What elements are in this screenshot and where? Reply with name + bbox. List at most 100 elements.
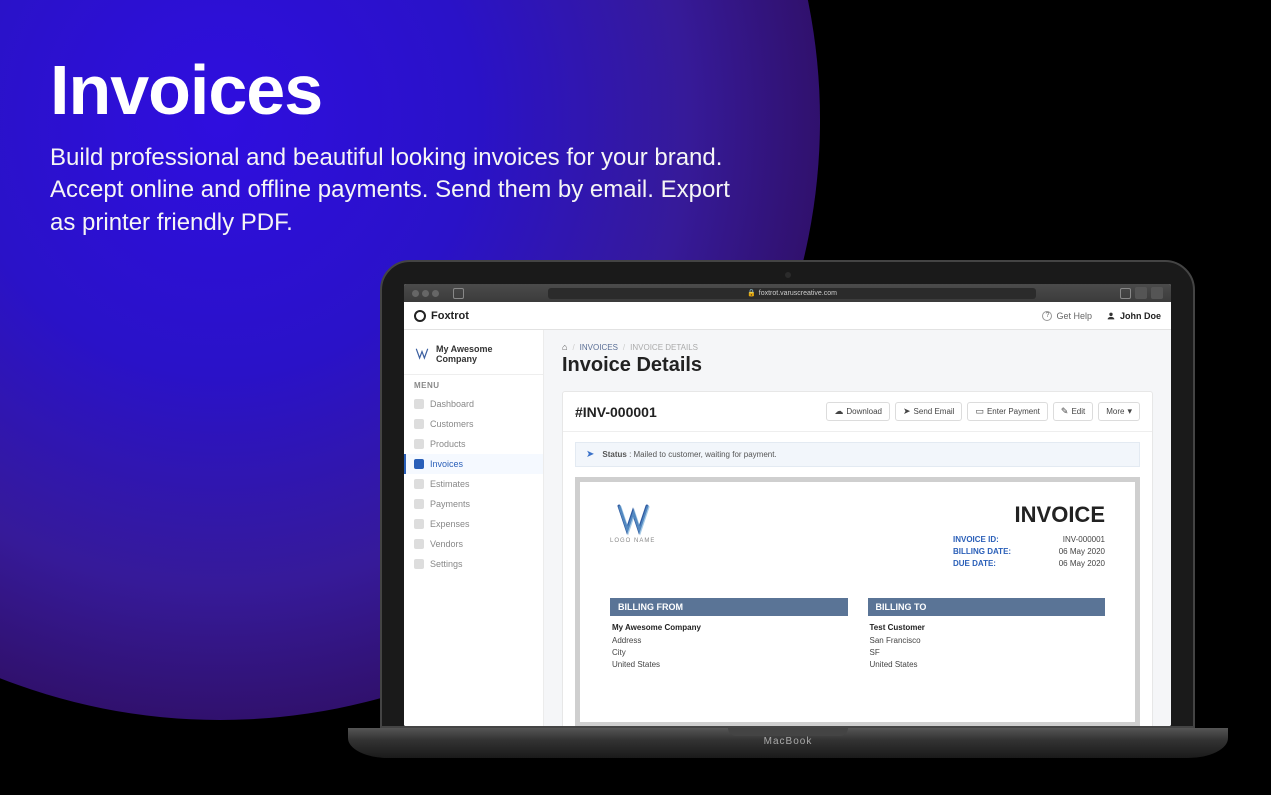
brand-name: Foxtrot	[431, 310, 469, 322]
traffic-lights	[412, 290, 439, 297]
laptop-mockup: 🔒 foxtrot.varuscreative.com Foxtrot ? G	[380, 260, 1195, 758]
sidebar-item-label: Invoices	[430, 459, 463, 469]
enter-payment-button[interactable]: ▭Enter Payment	[967, 402, 1047, 421]
send-icon: ➤	[903, 406, 911, 417]
products-icon	[414, 439, 424, 449]
invoice-id-label: INVOICE ID:	[953, 534, 1023, 546]
billing-to-line1: San Francisco	[870, 635, 1104, 647]
document-logo: LOGO NAME	[610, 502, 655, 544]
page-title: Invoice Details	[562, 354, 1153, 377]
billing-from-line2: City	[612, 647, 846, 659]
user-icon	[1106, 311, 1116, 321]
breadcrumb-invoices[interactable]: INVOICES	[580, 343, 618, 352]
home-icon[interactable]: ⌂	[562, 342, 567, 352]
edit-label: Edit	[1071, 407, 1085, 416]
sidebar-item-estimates[interactable]: Estimates	[404, 474, 543, 494]
marketing-title: Invoices	[50, 50, 750, 130]
sidebar-item-label: Expenses	[430, 519, 470, 529]
billing-from-heading: BILLING FROM	[610, 598, 848, 616]
sidebar-item-invoices[interactable]: Invoices	[404, 454, 543, 474]
sidebar-item-expenses[interactable]: Expenses	[404, 514, 543, 534]
invoice-panel: #INV-000001 ☁Download ➤Send Email ▭Enter…	[562, 391, 1153, 726]
brand-logo-icon	[414, 310, 426, 322]
billing-from-line1: Address	[612, 635, 846, 647]
sidebar-item-vendors[interactable]: Vendors	[404, 534, 543, 554]
invoice-document: LOGO NAME INVOICE INVOICE ID:INV-000001 …	[575, 477, 1140, 726]
vendors-icon	[414, 539, 424, 549]
sidebar-item-label: Customers	[430, 419, 474, 429]
sidebar-item-payments[interactable]: Payments	[404, 494, 543, 514]
sidebar-item-label: Dashboard	[430, 399, 474, 409]
user-menu[interactable]: John Doe	[1106, 311, 1161, 321]
status-label: Status	[602, 450, 626, 459]
lock-icon: 🔒	[747, 289, 756, 297]
tabs-icon[interactable]	[1151, 287, 1163, 299]
user-name: John Doe	[1120, 311, 1161, 321]
sidebar: My Awesome Company MENU Dashboard Custom…	[404, 330, 544, 726]
help-link[interactable]: ? Get Help	[1042, 311, 1092, 321]
sidebar-toggle-icon[interactable]	[453, 288, 464, 299]
help-icon: ?	[1042, 311, 1052, 321]
settings-icon	[414, 559, 424, 569]
sidebar-item-dashboard[interactable]: Dashboard	[404, 394, 543, 414]
url-text: foxtrot.varuscreative.com	[759, 290, 837, 297]
laptop-brand: MacBook	[764, 736, 813, 747]
document-title: INVOICE	[953, 502, 1105, 528]
payments-icon	[414, 499, 424, 509]
company-logo-icon	[414, 346, 430, 362]
url-bar[interactable]: 🔒 foxtrot.varuscreative.com	[548, 288, 1036, 299]
expenses-icon	[414, 519, 424, 529]
billing-date-label: BILLING DATE:	[953, 546, 1023, 558]
status-text: Mailed to customer, waiting for payment.	[634, 450, 777, 459]
app-header: Foxtrot ? Get Help John Doe	[404, 302, 1171, 330]
billing-from-line3: United States	[612, 659, 846, 671]
billing-to: BILLING TO Test Customer San Francisco S…	[868, 598, 1106, 677]
download-icon: ☁	[834, 406, 843, 417]
menu-label: MENU	[404, 374, 543, 394]
billing-to-line3: United States	[870, 659, 1104, 671]
sidebar-item-products[interactable]: Products	[404, 434, 543, 454]
brand[interactable]: Foxtrot	[414, 310, 469, 322]
help-label: Get Help	[1056, 311, 1092, 321]
send-label: Send Email	[914, 407, 955, 416]
customers-icon	[414, 419, 424, 429]
share-icon[interactable]	[1135, 287, 1147, 299]
sidebar-item-label: Payments	[430, 499, 470, 509]
billing-from-name: My Awesome Company	[612, 622, 846, 634]
billing-to-name: Test Customer	[870, 622, 1104, 634]
send-email-button[interactable]: ➤Send Email	[895, 402, 962, 421]
company-selector[interactable]: My Awesome Company	[404, 340, 543, 374]
chevron-down-icon: ▾	[1127, 406, 1132, 417]
sidebar-item-label: Products	[430, 439, 466, 449]
status-banner: ➤ Status : Mailed to customer, waiting f…	[575, 442, 1140, 467]
more-label: More	[1106, 407, 1124, 416]
sidebar-item-label: Settings	[430, 559, 463, 569]
invoice-id-value: INV-000001	[1035, 534, 1105, 546]
dashboard-icon	[414, 399, 424, 409]
billing-from: BILLING FROM My Awesome Company Address …	[610, 598, 848, 677]
download-label: Download	[846, 407, 882, 416]
refresh-icon[interactable]	[1120, 288, 1131, 299]
due-date-value: 06 May 2020	[1035, 558, 1105, 570]
sidebar-item-label: Vendors	[430, 539, 463, 549]
invoices-icon	[414, 459, 424, 469]
billing-to-line2: SF	[870, 647, 1104, 659]
marketing-subtitle: Build professional and beautiful looking…	[50, 142, 750, 239]
edit-icon: ✎	[1061, 406, 1069, 417]
edit-button[interactable]: ✎Edit	[1053, 402, 1093, 421]
logo-caption: LOGO NAME	[610, 538, 655, 544]
browser-chrome: 🔒 foxtrot.varuscreative.com	[404, 284, 1171, 302]
send-icon: ➤	[586, 449, 594, 460]
download-button[interactable]: ☁Download	[826, 402, 890, 421]
more-button[interactable]: More▾	[1098, 402, 1140, 421]
breadcrumb: ⌂ / INVOICES / INVOICE DETAILS	[562, 342, 1153, 352]
sidebar-item-customers[interactable]: Customers	[404, 414, 543, 434]
laptop-base: MacBook	[348, 728, 1228, 758]
payment-icon: ▭	[975, 406, 984, 417]
invoice-id: #INV-000001	[575, 404, 657, 420]
enter-payment-label: Enter Payment	[987, 407, 1040, 416]
due-date-label: DUE DATE:	[953, 558, 1023, 570]
sidebar-item-settings[interactable]: Settings	[404, 554, 543, 574]
billing-date-value: 06 May 2020	[1035, 546, 1105, 558]
breadcrumb-current: INVOICE DETAILS	[630, 343, 698, 352]
